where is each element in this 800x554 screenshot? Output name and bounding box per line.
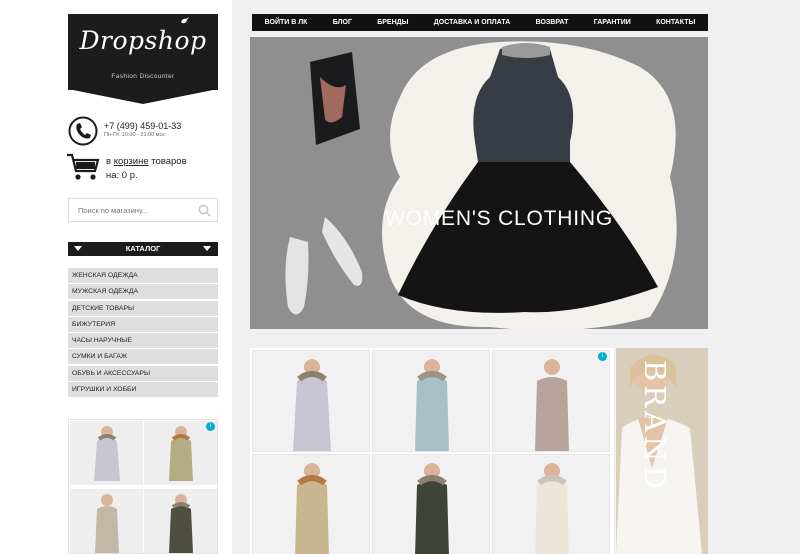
category-item[interactable]: МУЖСКАЯ ОДЕЖДА bbox=[68, 284, 218, 300]
ad-product-image[interactable] bbox=[372, 454, 490, 554]
ad-product-image[interactable] bbox=[144, 489, 217, 553]
adchoices-icon[interactable]: i bbox=[206, 422, 215, 431]
cart-total: на: 0 р. bbox=[106, 170, 138, 181]
nav-login[interactable]: ВОЙТИ В ЛК bbox=[265, 19, 308, 26]
hero-image bbox=[250, 37, 708, 329]
triangle-down-icon bbox=[74, 246, 82, 251]
cart-icon[interactable] bbox=[66, 152, 100, 182]
ad-product-image[interactable] bbox=[70, 489, 143, 553]
ad-product-image[interactable] bbox=[372, 350, 490, 452]
adchoices-icon[interactable]: i bbox=[598, 352, 607, 361]
nav-contacts[interactable]: КОНТАКТЫ bbox=[656, 19, 695, 26]
search-input[interactable] bbox=[69, 199, 189, 221]
search-box[interactable] bbox=[68, 198, 218, 222]
catalog-title: КАТАЛОГ bbox=[125, 244, 161, 253]
ad-product-image[interactable]: i bbox=[492, 350, 610, 452]
phone-number[interactable]: +7 (499) 459-01-33 bbox=[104, 121, 181, 131]
cart-summary: в корзине товаров на: 0 р. bbox=[106, 155, 187, 183]
ad-product-image[interactable]: i bbox=[144, 421, 217, 485]
category-item[interactable]: ЖЕНСКАЯ ОДЕЖДА bbox=[68, 268, 218, 283]
logo-tagline: Fashion Discounter bbox=[111, 73, 175, 80]
category-item[interactable]: БИЖУТЕРИЯ bbox=[68, 316, 218, 332]
search-icon[interactable] bbox=[198, 204, 211, 217]
category-item[interactable]: ЧАСЫ НАРУЧНЫЕ bbox=[68, 333, 218, 349]
nav-blog[interactable]: БЛОГ bbox=[333, 19, 352, 26]
bird-icon bbox=[181, 17, 189, 24]
product-ad-grid[interactable]: i bbox=[250, 348, 614, 554]
nav-returns[interactable]: ВОЗВРАТ bbox=[536, 19, 569, 26]
logo-text[interactable]: Dropshop bbox=[68, 26, 218, 55]
nav-delivery[interactable]: ДОСТАВКА И ОПЛАТА bbox=[434, 19, 511, 26]
working-hours: Пн-Пт. 10:00 - 21:00 мск bbox=[104, 132, 165, 138]
logo-banner-notch bbox=[68, 89, 218, 104]
left-sidebar: Dropshop Fashion Discounter +7 (499) 459… bbox=[0, 0, 232, 554]
hero-banner[interactable]: WOMEN'S CLOTHING bbox=[250, 37, 708, 329]
ad-product-image[interactable] bbox=[492, 454, 610, 554]
catalog-header[interactable]: КАТАЛОГ bbox=[68, 242, 218, 256]
ad-product-image[interactable] bbox=[252, 350, 370, 452]
nav-brands[interactable]: БРЕНДЫ bbox=[377, 19, 408, 26]
ad-product-image[interactable] bbox=[70, 421, 143, 485]
sidebar-ad[interactable]: i bbox=[68, 419, 218, 554]
cart-prefix: в bbox=[106, 156, 112, 167]
category-menu: ЖЕНСКАЯ ОДЕЖДА МУЖСКАЯ ОДЕЖДА ДЕТСКИЕ ТО… bbox=[68, 268, 218, 398]
cart-suffix: товаров bbox=[151, 156, 187, 167]
phone-icon bbox=[68, 116, 98, 146]
category-item[interactable]: ДЕТСКИЕ ТОВАРЫ bbox=[68, 300, 218, 316]
hero-label: WOMEN'S CLOTHING bbox=[385, 207, 613, 230]
category-item[interactable]: СУМКИ И БАГАЖ bbox=[68, 349, 218, 365]
ad-product-image[interactable] bbox=[252, 454, 370, 554]
brand-ad[interactable]: BRAND bbox=[616, 348, 708, 554]
nav-guarantees[interactable]: ГАРАНТИИ bbox=[594, 19, 631, 26]
cart-link[interactable]: корзине bbox=[114, 156, 149, 167]
brand-ad-word: BRAND bbox=[638, 360, 672, 493]
top-navigation: ВОЙТИ В ЛК БЛОГ БРЕНДЫ ДОСТАВКА И ОПЛАТА… bbox=[252, 14, 708, 31]
category-item[interactable]: ОБУВЬ И АКСЕССУАРЫ bbox=[68, 365, 218, 381]
triangle-down-icon bbox=[203, 246, 211, 251]
category-item[interactable]: ИГРУШКИ И ХОББИ bbox=[68, 382, 218, 398]
